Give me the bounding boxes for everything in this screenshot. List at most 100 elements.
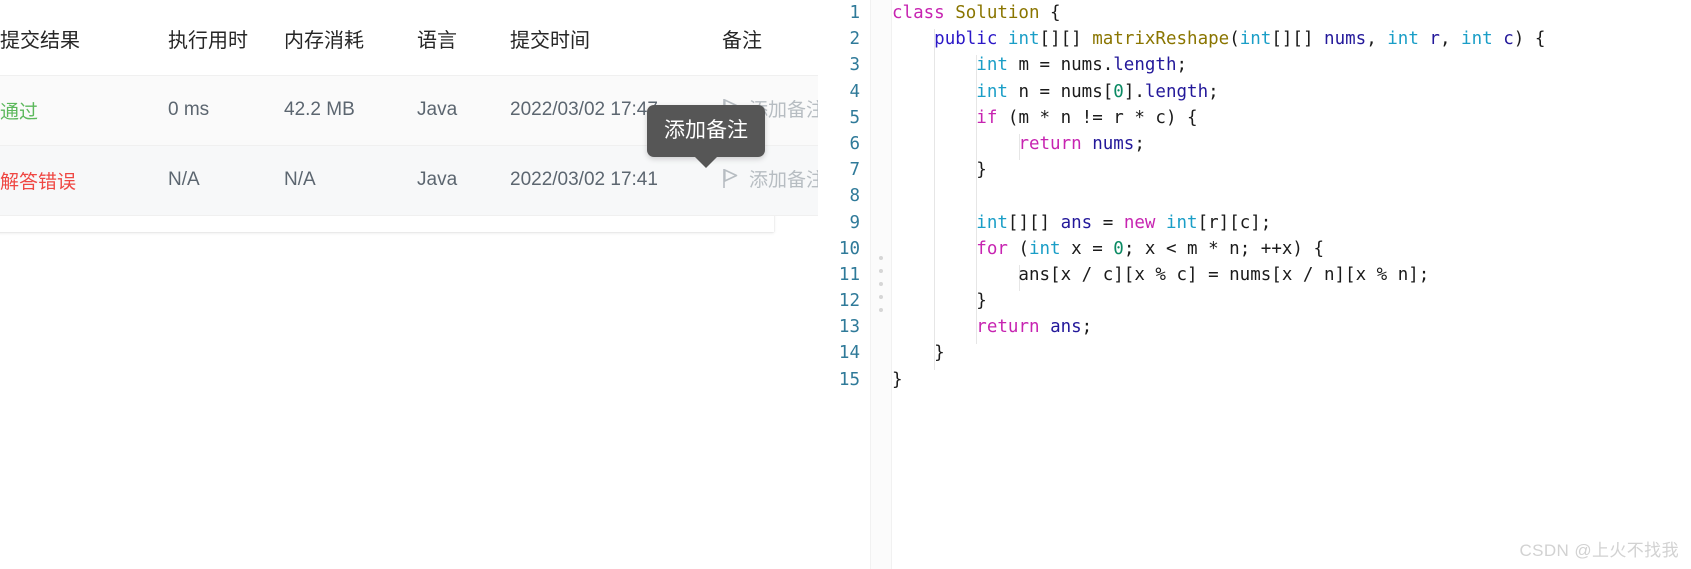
code-token: } <box>892 291 987 312</box>
code-token: ; <box>1208 81 1219 102</box>
code-token: } <box>892 160 987 181</box>
tooltip-arrow <box>695 157 717 168</box>
code-token: for <box>976 238 1008 259</box>
add-note-label: 添加备注 <box>749 170 826 191</box>
code-token: ) { <box>1513 29 1546 50</box>
code-line: int[][] ans = new int[r][c]; <box>892 210 1691 236</box>
code-token: } <box>892 343 945 364</box>
table-row[interactable]: 通过 0 ms 42.2 MB Java 2022/03/02 17:47 添加… <box>0 75 902 146</box>
code-token: [][] <box>1271 29 1325 50</box>
status-badge-wrong-answer[interactable]: 解答错误 <box>0 172 76 193</box>
code-token: n = nums[ <box>1007 81 1114 102</box>
cell-result: 通过 <box>0 75 168 146</box>
code-token: c <box>1503 29 1514 50</box>
drag-dots-icon <box>879 256 883 312</box>
line-number: 5 <box>849 107 860 128</box>
code-token: int <box>976 81 1008 102</box>
code-token: Solution <box>955 3 1051 23</box>
code-line: } <box>892 340 1691 366</box>
code-editor[interactable]: 1 2 3 4 5 6 7 8 9 10 11 12 13 14 15 class Solution { p… <box>818 0 1691 569</box>
line-number: 4 <box>849 81 860 102</box>
code-token: ans <box>1050 317 1082 338</box>
code-line: if (m * n != r * c) { <box>892 105 1691 131</box>
code-token: } <box>892 369 903 390</box>
line-number: 13 <box>838 317 860 338</box>
code-token: length <box>1144 81 1209 102</box>
code-line: int n = nums[0].length; <box>892 79 1691 105</box>
cell-runtime: 0 ms <box>168 75 284 146</box>
status-badge-accepted[interactable]: 通过 <box>0 102 38 123</box>
add-note-button[interactable]: 添加备注 <box>722 165 825 192</box>
line-number: 12 <box>838 291 860 312</box>
line-number: 14 <box>838 343 860 364</box>
tooltip-text: 添加备注 <box>664 119 748 142</box>
code-token: (m * n != r * c) { <box>997 107 1198 128</box>
code-token: ans[x / c][x % c] = nums[x / n][x % n]; <box>892 264 1430 285</box>
table-row[interactable]: 解答错误 N/A N/A Java 2022/03/02 17:41 添加备注 <box>0 145 902 216</box>
code-token: [][] <box>1007 212 1061 233</box>
code-token: int <box>1165 212 1198 233</box>
code-line: ans[x / c][x % c] = nums[x / n][x % n]; <box>892 262 1691 288</box>
flag-icon <box>722 168 739 189</box>
code-token: x = <box>1060 238 1114 259</box>
code-token: r <box>1429 29 1440 50</box>
editor-drag-handle[interactable] <box>870 0 892 569</box>
line-number: 1 <box>849 3 860 23</box>
code-token: , <box>1366 29 1388 50</box>
line-number: 10 <box>838 238 860 259</box>
code-token: , <box>1439 29 1462 50</box>
watermark: CSDN @上火不找我 <box>1519 541 1679 560</box>
column-header-runtime: 执行用时 <box>168 0 284 76</box>
code-token: int <box>976 55 1008 76</box>
line-number: 11 <box>838 264 860 285</box>
column-header-language: 语言 <box>417 0 510 76</box>
column-header-result: 提交结果 <box>0 0 168 76</box>
code-token: int <box>1239 29 1272 50</box>
cell-language: Java <box>417 75 510 146</box>
line-number: 9 <box>849 212 860 233</box>
code-token: 0 <box>1113 81 1124 102</box>
code-token: ; <box>1176 55 1188 76</box>
submissions-table: 提交结果 执行用时 内存消耗 语言 提交时间 备注 通过 0 ms 42.2 M… <box>0 0 902 216</box>
code-token: return <box>976 317 1040 338</box>
line-number: 15 <box>838 369 860 390</box>
code-line: return nums; <box>892 131 1691 157</box>
cell-memory: N/A <box>284 145 417 216</box>
code-token: int <box>1387 29 1419 50</box>
code-token: matrixReshape <box>1092 29 1230 50</box>
line-number-gutter: 1 2 3 4 5 6 7 8 9 10 11 12 13 14 15 <box>818 0 870 569</box>
code-token: public <box>934 29 1008 50</box>
code-token: return <box>1018 133 1082 154</box>
code-token: nums <box>1092 133 1135 154</box>
code-token: ans <box>1060 212 1093 233</box>
code-content[interactable]: class Solution { public int[][] matrixRe… <box>892 0 1691 569</box>
cell-memory: 42.2 MB <box>284 75 417 146</box>
line-number: 8 <box>849 186 860 207</box>
cell-language: Java <box>417 145 510 216</box>
code-token: = <box>1092 212 1124 233</box>
code-token: [r][c]; <box>1197 212 1272 233</box>
code-token: class <box>892 3 956 23</box>
code-token: if <box>976 107 998 128</box>
code-line: return ans; <box>892 314 1691 340</box>
table-body: 通过 0 ms 42.2 MB Java 2022/03/02 17:47 添加… <box>0 75 902 216</box>
code-token: ; <box>1081 317 1093 338</box>
code-token: ; x < m * n; ++x) { <box>1123 238 1325 259</box>
line-number: 6 <box>849 133 860 154</box>
code-token: { <box>1050 3 1061 23</box>
code-line: int m = nums.length; <box>892 52 1691 78</box>
code-token: [][] <box>1039 29 1093 50</box>
code-token: 0 <box>1113 238 1124 259</box>
column-header-submit-time: 提交时间 <box>510 0 722 76</box>
code-token: ( <box>1007 238 1029 259</box>
